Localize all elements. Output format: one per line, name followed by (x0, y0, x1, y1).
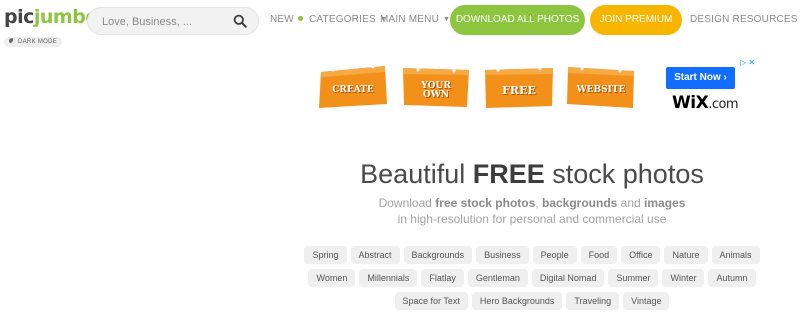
ad-word: FREE (502, 84, 536, 97)
tag-link[interactable]: Winter (662, 269, 705, 287)
tag-link[interactable]: Millennials (359, 269, 418, 287)
nav-main-menu[interactable]: MAIN MENU ▼ (380, 14, 450, 25)
ad-start-now-button[interactable]: Start Now › (666, 67, 735, 89)
subtitle-text: Download (378, 196, 436, 210)
tag-link[interactable]: Nature (664, 246, 708, 264)
tag-link[interactable]: Office (621, 246, 661, 264)
ad-sign-website: WEBSITE (565, 64, 637, 109)
ad-sign-create: CREATE (317, 64, 389, 109)
moon-icon (9, 38, 15, 44)
tag-link[interactable]: Spring (304, 246, 347, 264)
ad-choices-close-icon[interactable]: ▷ ✕ (740, 58, 755, 67)
tag-row: Women Millennials Flatlay Gentleman Digi… (300, 269, 764, 287)
tag-link[interactable]: Autumn (708, 269, 756, 287)
tag-link[interactable]: Hero Backgrounds (471, 292, 563, 310)
tag-link[interactable]: Gentleman (467, 269, 528, 287)
nav-design-resources[interactable]: DESIGN RESOURCES (690, 14, 798, 25)
nav-new[interactable]: NEW (270, 14, 303, 25)
tag-row: Spring Abstract Backgrounds Business Peo… (300, 246, 764, 264)
hero-subtitle: Download free stock photos, backgrounds … (300, 195, 764, 227)
nav-main-menu-label: MAIN MENU (380, 14, 440, 25)
hero-headline: Beautiful FREE stock photos (300, 159, 764, 190)
wix-logo-suffix: .com (708, 97, 739, 112)
download-all-photos-button[interactable]: DOWNLOAD ALL PHOTOS (450, 5, 585, 35)
logo-text-pic: pic (4, 6, 34, 28)
tag-link[interactable]: Backgrounds (403, 246, 473, 264)
subtitle-line-2: in high-resolution for personal and comm… (397, 212, 667, 226)
ad-sign-free: FREE (483, 64, 555, 109)
tag-link[interactable]: Business (476, 246, 529, 264)
new-dot-icon (297, 16, 303, 21)
subtitle-bold: free stock photos (435, 196, 536, 210)
ad-word: OWN (422, 89, 450, 100)
nav-categories[interactable]: CATEGORIES ▼ (309, 14, 387, 25)
tag-link[interactable]: Women (308, 269, 356, 287)
header: picjumbo NEW CATEGORIES▼ MAIN MENU▼ DOWN… (0, 0, 800, 47)
ad-word: WEBSITE (576, 85, 626, 95)
search-icon[interactable] (233, 14, 247, 28)
nav-new-label: NEW (270, 14, 294, 25)
ad-sign-your-own: YOUR OWN (400, 64, 472, 109)
headline-bold: FREE (472, 159, 545, 189)
ad-cta-label: Start Now (674, 72, 721, 83)
search-input[interactable] (102, 13, 232, 30)
chevron-right-icon: › (723, 72, 727, 83)
site-logo[interactable]: picjumbo (4, 6, 98, 28)
subtitle-bold: images (644, 196, 686, 210)
tag-link[interactable]: People (532, 246, 577, 264)
ad-word: CREATE (332, 85, 374, 95)
tag-row: Space for Text Hero Backgrounds Travelin… (300, 292, 764, 310)
tag-link[interactable]: Flatlay (421, 269, 464, 287)
tag-link[interactable]: Abstract (350, 246, 400, 264)
tag-link[interactable]: Traveling (566, 292, 620, 310)
tag-link[interactable]: Vintage (623, 292, 670, 310)
tag-link[interactable]: Food (580, 246, 618, 264)
tag-link[interactable]: Digital Nomad (531, 269, 605, 287)
wix-logo-main: WiX (672, 93, 709, 113)
headline-text: stock photos (544, 159, 704, 189)
headline-text: Beautiful (360, 159, 473, 189)
wix-logo: WiX.com (672, 93, 739, 113)
dark-mode-label: DARK MODE (18, 39, 58, 45)
search-box (87, 7, 259, 35)
subtitle-text: , (535, 196, 542, 210)
tag-link[interactable]: Space for Text (394, 292, 468, 310)
tag-link[interactable]: Summer (608, 269, 659, 287)
subtitle-bold: backgrounds (541, 196, 618, 210)
subtitle-text: and (617, 196, 645, 210)
tag-link[interactable]: Animals (711, 246, 760, 264)
nav-categories-label: CATEGORIES (309, 14, 376, 25)
page: picjumbo NEW CATEGORIES▼ MAIN MENU▼ DOWN… (0, 0, 800, 322)
subtitle-line-1: Download free stock photos, backgrounds … (300, 195, 764, 211)
join-premium-button[interactable]: JOIN PREMIUM (590, 5, 682, 35)
dark-mode-toggle[interactable]: DARK MODE (4, 37, 63, 47)
